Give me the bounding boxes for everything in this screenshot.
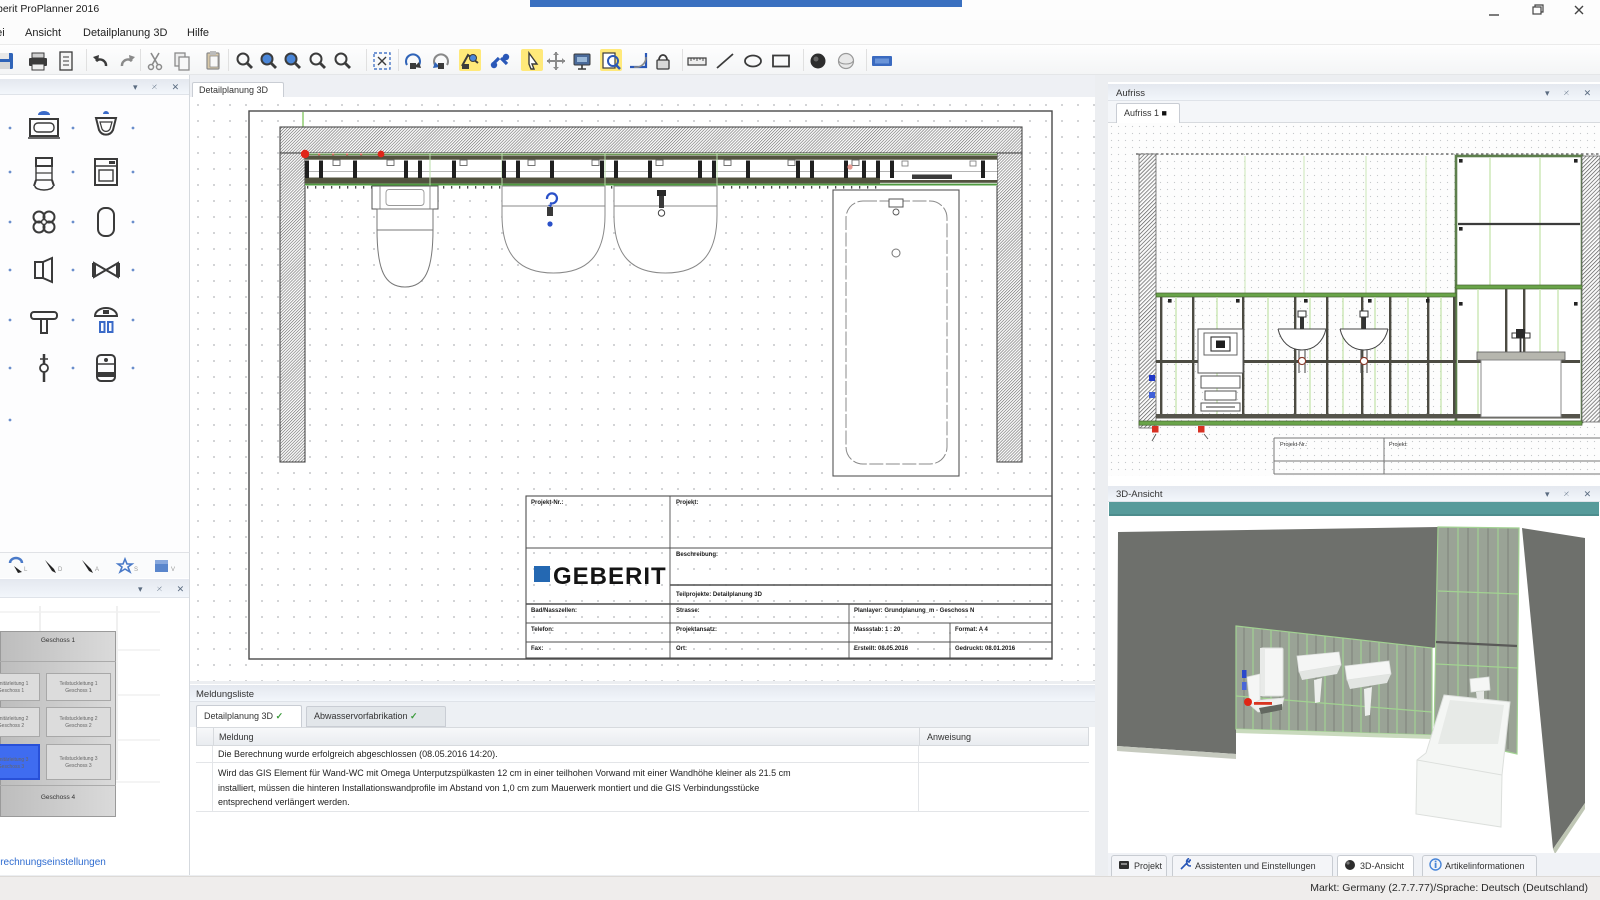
svg-text:Fax:: Fax: bbox=[531, 646, 543, 652]
svg-text:L: L bbox=[24, 567, 28, 573]
svg-text:GEBERIT: GEBERIT bbox=[553, 563, 667, 590]
svg-text:Massstab: 1 : 20: Massstab: 1 : 20 bbox=[854, 627, 901, 633]
svg-text:Projekt-Nr.:: Projekt-Nr.: bbox=[531, 500, 563, 506]
svg-text:Teilprojekte: Detailplanung 3: Teilprojekte: Detailplanung 3D bbox=[676, 592, 763, 598]
svg-text:Format: A 4: Format: A 4 bbox=[955, 627, 989, 633]
svg-text:Gedruckt: 08.01.2016: Gedruckt: 08.01.2016 bbox=[955, 646, 1016, 652]
svg-text:Projektansatz:: Projektansatz: bbox=[676, 627, 717, 633]
svg-text:Erstellt: 08.05.2016: Erstellt: 08.05.2016 bbox=[854, 646, 909, 652]
svg-text:A: A bbox=[95, 567, 99, 573]
svg-text:Ort:: Ort: bbox=[676, 646, 687, 652]
svg-text:V: V bbox=[171, 567, 175, 573]
svg-text:Projekt:: Projekt: bbox=[1389, 442, 1408, 448]
svg-text:Telefon:: Telefon: bbox=[531, 627, 554, 633]
svg-text:Planlayer: Grundplanung_m -: Planlayer: Grundplanung_m - Geschoss N bbox=[854, 608, 974, 614]
svg-text:Projekt-Nr.:: Projekt-Nr.: bbox=[1280, 442, 1308, 448]
svg-text:Projekt:: Projekt: bbox=[676, 500, 698, 506]
svg-text:Beschreibung:: Beschreibung: bbox=[676, 552, 718, 558]
svg-text:Strasse:: Strasse: bbox=[676, 608, 700, 614]
svg-text:Bad/Nasszellen:: Bad/Nasszellen: bbox=[531, 608, 577, 614]
svg-text:S: S bbox=[134, 567, 138, 573]
svg-text:D: D bbox=[58, 567, 63, 573]
